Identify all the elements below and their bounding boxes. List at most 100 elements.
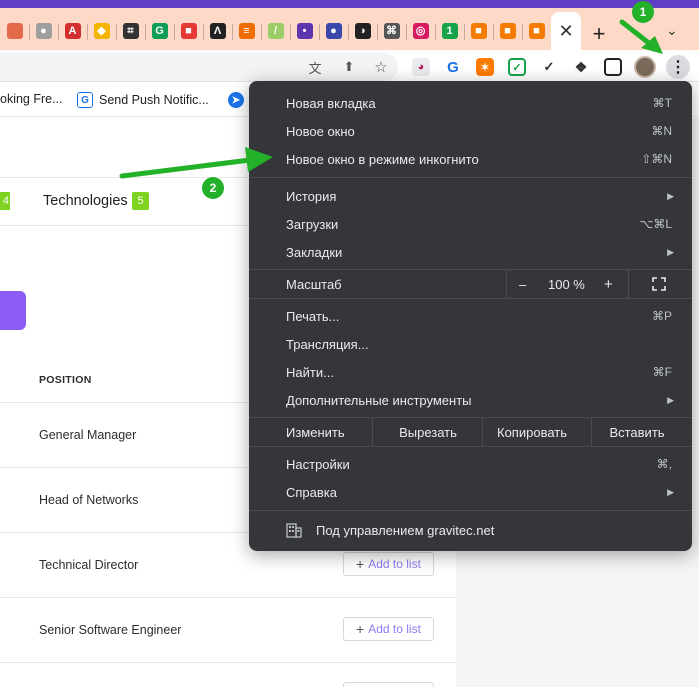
table-cell-position: General Manager bbox=[39, 428, 137, 442]
bookmark-item[interactable]: G Send Push Notific... bbox=[77, 92, 209, 108]
menu-item-help[interactable]: Справка ▶ bbox=[249, 478, 692, 506]
angular-icon: A bbox=[64, 23, 81, 39]
profile-avatar[interactable] bbox=[634, 56, 656, 78]
red-square-icon: ■ bbox=[180, 23, 197, 39]
browser-tab[interactable]: ≡ bbox=[232, 12, 261, 50]
add-to-list-button[interactable]: + Add to list bbox=[343, 552, 434, 576]
browser-tab[interactable]: ■ bbox=[174, 12, 203, 50]
gray-circle-icon: ● bbox=[35, 23, 52, 39]
browser-tab[interactable]: ■ bbox=[522, 12, 551, 50]
extension-palette-icon[interactable]: ◕ bbox=[412, 58, 430, 76]
browser-tab[interactable]: ■ bbox=[464, 12, 493, 50]
menu-shortcut: ⇧⌘N bbox=[641, 152, 672, 166]
menu-item-more-tools[interactable]: Дополнительные инструменты ▶ bbox=[249, 386, 692, 414]
menu-item-history[interactable]: История ▶ bbox=[249, 182, 692, 210]
menu-label: Печать... bbox=[286, 308, 340, 324]
browser-toolbar: 文 ⬆ ☆ ◕ G ✶ ✓ ✓ ❖ bbox=[0, 50, 699, 82]
add-to-list-button-partial[interactable] bbox=[343, 682, 434, 687]
menu-shortcut: ⌘P bbox=[651, 309, 672, 323]
menu-label: Новое окно bbox=[286, 123, 355, 139]
plus-icon: + bbox=[356, 556, 365, 572]
fullscreen-icon[interactable] bbox=[652, 270, 666, 298]
active-tab[interactable]: ✕ bbox=[551, 12, 581, 50]
step-badge-1: 1 bbox=[632, 1, 654, 23]
menu-item-edit: Изменить bbox=[286, 424, 345, 440]
browser-tab[interactable]: ● bbox=[29, 12, 58, 50]
browser-tab[interactable]: ● bbox=[319, 12, 348, 50]
extension-orange-icon[interactable]: ✶ bbox=[476, 58, 494, 76]
menu-separator bbox=[249, 446, 692, 447]
browser-tab[interactable]: • bbox=[290, 12, 319, 50]
menu-item-settings[interactable]: Настройки ⌘, bbox=[249, 450, 692, 478]
browser-tab[interactable]: ⌘ bbox=[377, 12, 406, 50]
orange-cube-icon: ■ bbox=[470, 23, 487, 39]
browser-tab[interactable]: ◆ bbox=[87, 12, 116, 50]
cut-button[interactable]: Вырезать bbox=[373, 418, 483, 446]
extension-green-icon[interactable]: ✓ bbox=[508, 58, 526, 76]
g-logo-icon: G bbox=[77, 92, 93, 108]
menu-item-new-tab[interactable]: Новая вкладка ⌘T bbox=[249, 89, 692, 117]
divider bbox=[0, 597, 456, 598]
menu-label: История bbox=[286, 188, 337, 204]
submenu-arrow-icon: ▶ bbox=[667, 246, 674, 257]
browser-tab[interactable]: / bbox=[261, 12, 290, 50]
dots-icon: • bbox=[296, 23, 313, 39]
address-bar[interactable]: 文 ⬆ ☆ bbox=[0, 53, 398, 81]
column-header-position: POSITION bbox=[39, 374, 92, 386]
menu-shortcut: ⌘N bbox=[651, 124, 672, 138]
divider bbox=[0, 662, 456, 663]
primary-action-button[interactable] bbox=[0, 291, 26, 330]
knot-icon: ⌘ bbox=[383, 23, 400, 39]
share-icon[interactable]: ⬆ bbox=[340, 58, 358, 76]
orange-cube-icon-2: ■ bbox=[499, 23, 516, 39]
zoom-level: 100 % bbox=[548, 276, 585, 292]
browser-tab[interactable]: ■ bbox=[493, 12, 522, 50]
browser-tab[interactable]: ⌗ bbox=[116, 12, 145, 50]
close-tab-icon[interactable]: ✕ bbox=[558, 21, 573, 42]
browser-tab[interactable] bbox=[0, 12, 29, 50]
browser-tab[interactable]: A bbox=[58, 12, 87, 50]
tab-technologies[interactable]: Technologies bbox=[43, 193, 128, 209]
copy-button[interactable]: Копировать bbox=[483, 418, 581, 446]
translate-icon[interactable]: 文 bbox=[306, 58, 324, 76]
tab-count-badge: 4 bbox=[0, 192, 10, 210]
new-tab-button[interactable]: + bbox=[587, 21, 611, 47]
menu-item-find[interactable]: Найти... ⌘F bbox=[249, 358, 692, 386]
menu-label: Новая вкладка bbox=[286, 95, 376, 111]
menu-item-print[interactable]: Печать... ⌘P bbox=[249, 302, 692, 330]
add-to-list-button[interactable]: + Add to list bbox=[343, 617, 434, 641]
side-panel-icon[interactable] bbox=[604, 58, 622, 76]
zoom-out-button[interactable]: – bbox=[519, 270, 526, 298]
paste-button[interactable]: Вставить bbox=[592, 418, 682, 446]
menu-item-downloads[interactable]: Загрузки ⌥⌘L bbox=[249, 210, 692, 238]
zoom-in-button[interactable]: + bbox=[604, 270, 613, 298]
menu-item-cast[interactable]: Трансляция... bbox=[249, 330, 692, 358]
chrome-menu-button[interactable]: ⋮ bbox=[666, 55, 690, 79]
browser-tab[interactable]: ◎ bbox=[406, 12, 435, 50]
menu-item-managed[interactable]: Под управлением gravitec.net bbox=[249, 516, 692, 544]
submenu-arrow-icon: ▶ bbox=[667, 394, 674, 405]
browser-tab[interactable]: ◑ bbox=[348, 12, 377, 50]
menu-item-bookmarks[interactable]: Закладки ▶ bbox=[249, 238, 692, 266]
bookmark-star-icon[interactable]: ☆ bbox=[372, 58, 390, 76]
browser-tab[interactable]: 1 bbox=[435, 12, 464, 50]
menu-label: Найти... bbox=[286, 364, 334, 380]
browser-tab[interactable]: Λ bbox=[203, 12, 232, 50]
target-icon: ◎ bbox=[412, 23, 429, 39]
browser-tab[interactable]: G bbox=[145, 12, 174, 50]
extension-g-icon[interactable]: G bbox=[444, 58, 462, 76]
tab-search-button[interactable]: ⌄ bbox=[666, 22, 678, 39]
extension-shield-icon[interactable]: ✓ bbox=[540, 58, 558, 76]
menu-shortcut: ⌥⌘L bbox=[639, 217, 672, 231]
step-badge-2: 2 bbox=[202, 177, 224, 199]
bookmark-item[interactable]: oking Fre... bbox=[0, 92, 63, 106]
menu-item-new-window[interactable]: Новое окно ⌘N bbox=[249, 117, 692, 145]
table-cell-position: Technical Director bbox=[39, 558, 139, 572]
menu-label: Справка bbox=[286, 484, 337, 500]
table-cell-position: Senior Software Engineer bbox=[39, 623, 182, 637]
bookmark-item[interactable]: ➤ bbox=[228, 92, 244, 108]
stripes-icon: ≡ bbox=[238, 23, 255, 39]
menu-label: Трансляция... bbox=[286, 336, 369, 352]
extensions-puzzle-icon[interactable]: ❖ bbox=[572, 58, 590, 76]
menu-item-incognito[interactable]: Новое окно в режиме инкогнито ⇧⌘N bbox=[249, 145, 692, 173]
